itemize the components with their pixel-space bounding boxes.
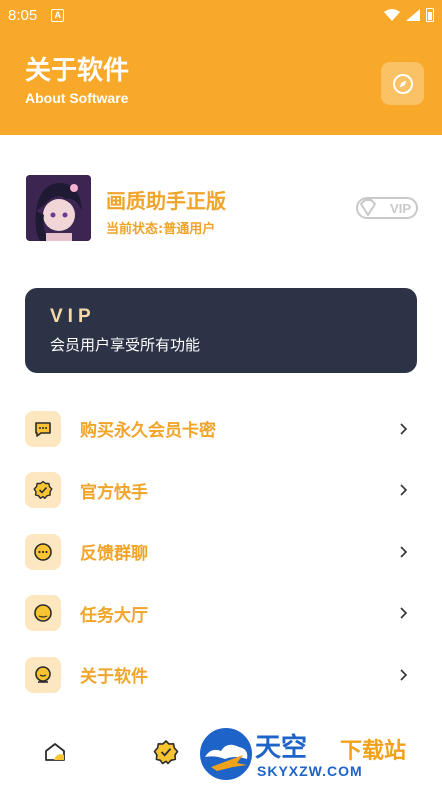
vip-badge-label: VIP: [390, 200, 411, 216]
menu-item-task-hall[interactable]: 任务大厅: [25, 583, 417, 645]
menu-icon-box: [25, 410, 61, 447]
status-icons: [384, 8, 434, 22]
cloud-plane-logo-icon: [198, 726, 254, 782]
menu-item-label: 任务大厅: [80, 605, 148, 626]
chevron-right-icon: [400, 669, 408, 681]
vip-card-description: 会员用户享受所有功能: [50, 336, 201, 354]
user-status: 当前状态:普通用户: [106, 222, 216, 237]
menu-icon-box: [25, 472, 61, 509]
menu-list: 购买永久会员卡密 官方快手 反馈群聊 任务大厅 关于软件: [25, 398, 417, 706]
home-icon[interactable]: [42, 739, 68, 765]
status-time: 8:05: [8, 6, 38, 24]
menu-item-label: 关于软件: [80, 667, 148, 688]
menu-item-about-software[interactable]: 关于软件: [25, 644, 417, 706]
chevron-right-icon: [400, 546, 408, 558]
menu-icon-box: [25, 656, 61, 693]
vip-badge: VIP: [356, 197, 418, 219]
chevron-right-icon: [400, 484, 408, 496]
vip-card-title: VIP: [50, 306, 96, 327]
menu-item-label: 反馈群聊: [80, 544, 148, 565]
header: 8:05 A 关于软件 About Software: [0, 0, 442, 135]
chevron-right-icon: [400, 607, 408, 619]
chat-bubble-icon: [35, 421, 51, 437]
watermark-logo: 天空 下载站 SKYXZW.COM: [195, 723, 442, 785]
menu-item-label: 官方快手: [80, 482, 148, 503]
page-subtitle: About Software: [25, 90, 129, 106]
profile-section: 画质助手正版 当前状态:普通用户 VIP: [26, 175, 418, 241]
menu-icon-box: [25, 595, 61, 632]
vip-card[interactable]: VIP 会员用户享受所有功能: [25, 288, 417, 373]
menu-item-label: 购买永久会员卡密: [80, 421, 216, 442]
watermark-line-2: 下载站: [340, 739, 407, 764]
watermark-line-3: SKYXZW.COM: [257, 763, 363, 779]
menu-item-buy-membership[interactable]: 购买永久会员卡密: [25, 398, 417, 460]
app-name: 画质助手正版: [106, 189, 226, 213]
status-bar: 8:05 A: [0, 0, 442, 30]
page-title: 关于软件: [25, 56, 130, 86]
battery-icon: [426, 8, 434, 22]
circle-icon: [34, 604, 52, 623]
watermark-line-1: 天空: [255, 733, 308, 763]
badge-check-icon[interactable]: [153, 739, 179, 765]
compass-button[interactable]: [381, 62, 424, 105]
avatar: [26, 175, 91, 241]
message-dots-icon: [34, 542, 52, 561]
menu-item-feedback-group[interactable]: 反馈群聊: [25, 521, 417, 583]
avatar-image: [26, 175, 91, 241]
chevron-right-icon: [400, 423, 408, 435]
page: 8:05 A 关于软件 About Software 画质助手正版 当前状态:普…: [0, 0, 442, 785]
compass-icon: [392, 73, 413, 94]
menu-item-official-kuaishou[interactable]: 官方快手: [25, 460, 417, 522]
signal-icon: [406, 9, 420, 21]
menu-icon-box: [25, 533, 61, 570]
notification-icon: A: [51, 8, 65, 22]
info-icon: [35, 665, 51, 683]
badge-check-icon: [33, 481, 53, 500]
diamond-icon: [360, 199, 376, 216]
wifi-icon: [384, 9, 400, 21]
